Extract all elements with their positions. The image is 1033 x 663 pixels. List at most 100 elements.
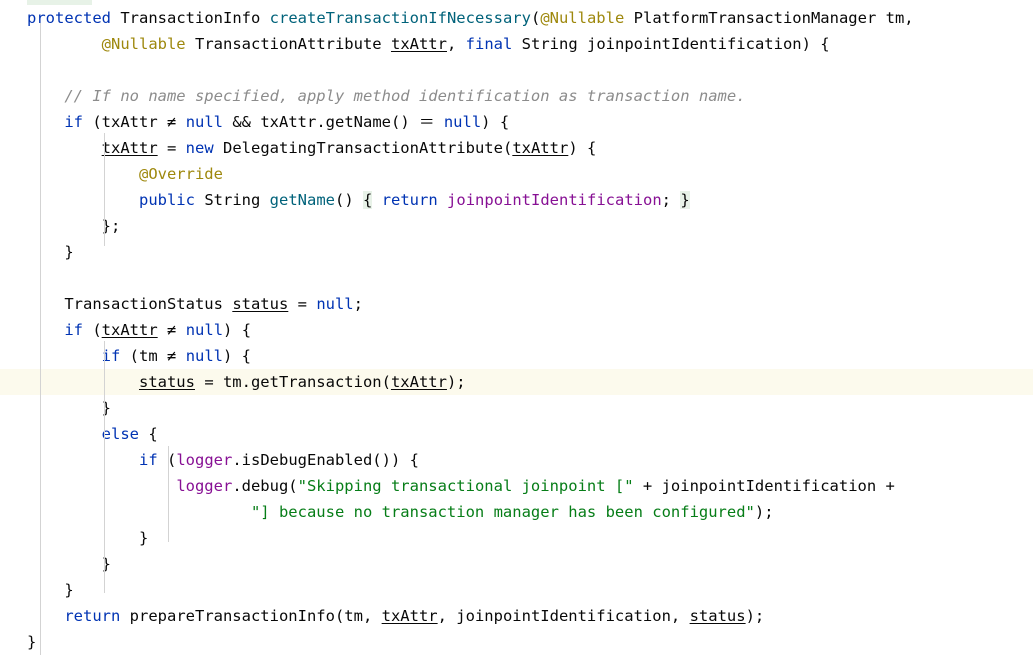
code-line[interactable]: } — [0, 395, 1033, 421]
code-token: txAttr — [381, 607, 438, 625]
code-line[interactable]: TransactionStatus status = null; — [0, 291, 1033, 317]
code-token: String — [204, 191, 261, 209]
code-token: () — [335, 191, 363, 209]
code-token: @Override — [138, 165, 223, 183]
code-line[interactable]: if (logger.isDebugEnabled()) { — [0, 447, 1033, 473]
code-token: tm, — [876, 9, 914, 27]
code-token: } — [27, 529, 149, 547]
code-token: status — [138, 373, 195, 391]
code-token: createTransactionIfNecessary — [269, 9, 531, 27]
code-token: logger — [176, 451, 233, 469]
code-line[interactable]: status = tm.getTransaction(txAttr); — [0, 369, 1033, 395]
code-token: (txAttr — [83, 113, 167, 131]
code-token: null — [443, 113, 482, 131]
code-line[interactable]: } — [0, 239, 1033, 265]
code-token: ) { — [568, 139, 597, 157]
code-token: ; — [661, 191, 681, 209]
code-line[interactable]: logger.debug("Skipping transactional joi… — [0, 473, 1033, 499]
code-line[interactable]: }; — [0, 213, 1033, 239]
code-token: @Nullable — [101, 35, 186, 53]
code-line[interactable]: } — [0, 577, 1033, 603]
code-line[interactable]: } — [0, 629, 1033, 655]
code-token: DelegatingTransactionAttribute — [223, 139, 503, 157]
code-token: txAttr — [390, 373, 447, 391]
code-token: getName — [269, 191, 335, 209]
code-token: ; — [353, 295, 363, 313]
code-token: } — [27, 633, 37, 651]
code-line[interactable]: return prepareTransactionInfo(tm, txAttr… — [0, 603, 1033, 629]
code-token: PlatformTransactionManager — [633, 9, 877, 27]
code-line[interactable]: if (tm ≠ null) { — [0, 343, 1033, 369]
code-token: if — [64, 113, 83, 131]
code-token: public — [138, 191, 195, 209]
code-token: ); — [446, 373, 466, 391]
code-line[interactable] — [0, 265, 1033, 291]
code-text-area[interactable]: protected TransactionInfo createTransact… — [0, 0, 1033, 655]
code-token: TransactionInfo — [120, 9, 261, 27]
code-token: && txAttr.getName() — [223, 113, 419, 131]
code-token: ≠ — [167, 347, 177, 365]
code-editor[interactable]: protected TransactionInfo createTransact… — [0, 0, 1033, 663]
code-token: null — [185, 113, 224, 131]
code-token: , joinpointIdentification, — [437, 607, 690, 625]
code-line[interactable]: @Override — [0, 161, 1033, 187]
code-line[interactable]: if (txAttr ≠ null) { — [0, 317, 1033, 343]
code-line[interactable]: txAttr = new DelegatingTransactionAttrib… — [0, 135, 1033, 161]
code-line[interactable]: else { — [0, 421, 1033, 447]
code-line[interactable]: public String getName() { return joinpoi… — [0, 187, 1033, 213]
code-token: joinpointIdentification — [447, 191, 662, 209]
code-token: else — [101, 425, 139, 443]
code-token: } — [27, 243, 74, 261]
code-line[interactable]: protected TransactionInfo createTransact… — [0, 5, 1033, 31]
code-line[interactable]: // If no name specified, apply method id… — [0, 83, 1033, 109]
code-token: txAttr — [512, 139, 569, 157]
code-line[interactable]: if (txAttr ≠ null && txAttr.getName() ＝ … — [0, 109, 1033, 135]
code-line[interactable] — [0, 57, 1033, 83]
code-line[interactable]: } — [0, 525, 1033, 551]
code-token: ＝ — [418, 113, 435, 131]
code-token: if — [101, 347, 121, 365]
code-line[interactable]: "] because no transaction manager has be… — [0, 499, 1033, 525]
code-token: null — [185, 321, 224, 339]
code-token: (tm — [120, 347, 167, 365]
code-token: ≠ — [167, 321, 177, 339]
code-token: } — [27, 399, 111, 417]
code-line[interactable]: @Nullable TransactionAttribute txAttr, f… — [0, 31, 1033, 57]
code-token: { — [363, 191, 373, 209]
code-token: } — [27, 555, 111, 573]
code-token: ( — [502, 139, 513, 157]
code-line[interactable]: } — [0, 551, 1033, 577]
code-token: return — [64, 607, 121, 625]
code-token: = — [288, 295, 317, 313]
code-token: joinpointIdentification) { — [577, 35, 830, 53]
code-token: protected — [27, 9, 111, 27]
code-token: TransactionStatus — [64, 295, 223, 313]
code-token: txAttr — [101, 321, 158, 339]
code-token: // If no name specified, apply method id… — [64, 87, 746, 105]
code-token: .isDebugEnabled()) { — [232, 451, 419, 469]
code-token: if — [138, 451, 158, 469]
code-token: if — [64, 321, 83, 339]
